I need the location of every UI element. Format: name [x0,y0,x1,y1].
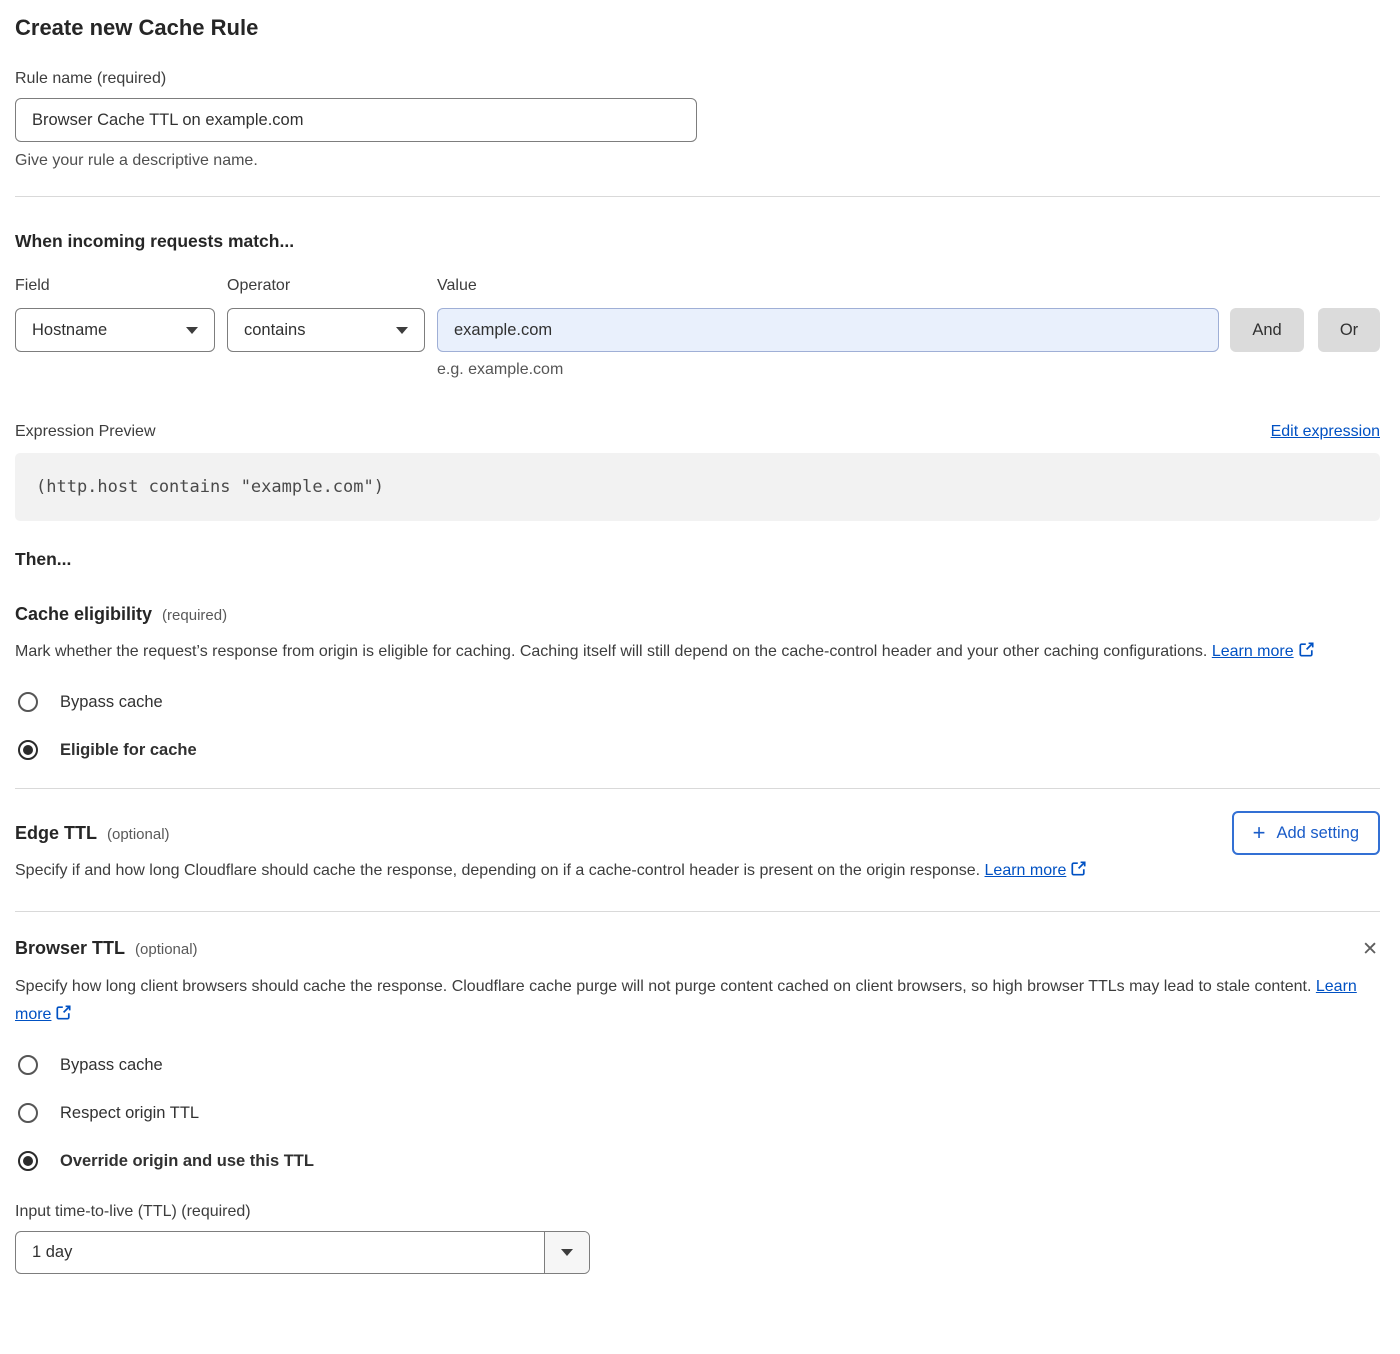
expression-preview-label: Expression Preview [15,423,156,441]
operator-select-value: contains [244,321,305,340]
ttl-input-label: Input time-to-live (TTL) (required) [15,1203,1380,1221]
create-cache-rule-form: Create new Cache Rule Rule name (require… [0,0,1400,1304]
chevron-down-icon [561,1249,573,1256]
operator-label: Operator [227,277,437,295]
match-column-labels: Field Operator Value [15,277,1380,295]
chevron-down-icon [396,327,408,334]
edit-expression-link[interactable]: Edit expression [1271,423,1380,441]
add-setting-button[interactable]: + Add setting [1232,811,1380,855]
field-select-value: Hostname [32,321,107,340]
radio-label: Bypass cache [60,1056,163,1075]
section-divider [15,911,1380,912]
edge-ttl-header: Edge TTL (optional) [15,823,1232,844]
or-button[interactable]: Or [1318,308,1380,352]
edge-ttl-qualifier: (optional) [107,826,170,843]
browser-ttl-qualifier: (optional) [135,941,198,958]
then-heading: Then... [15,549,1380,570]
chevron-down-icon [186,327,198,334]
edge-ttl-description-text: Specify if and how long Cloudflare shoul… [15,862,980,879]
radio-icon [18,1055,38,1075]
radio-label: Eligible for cache [60,741,197,760]
radio-option-bypass-cache[interactable]: Bypass cache [15,1055,1380,1075]
rule-name-input[interactable] [15,98,697,142]
and-button[interactable]: And [1230,308,1304,352]
add-setting-label: Add setting [1276,824,1359,843]
radio-label: Bypass cache [60,693,163,712]
radio-icon [18,692,38,712]
external-link-icon [55,1004,72,1021]
edge-ttl-title: Edge TTL [15,823,97,844]
match-condition-row: Hostname contains And Or [15,308,1380,352]
rule-name-label: Rule name (required) [15,70,1380,88]
edge-ttl-description: Specify if and how long Cloudflare shoul… [15,857,1115,885]
radio-icon [18,1103,38,1123]
expression-preview-box: (http.host contains "example.com") [15,453,1380,521]
expression-preview-header: Expression Preview Edit expression [15,423,1380,441]
external-link-icon [1298,641,1315,658]
ttl-select[interactable]: 1 day [15,1231,590,1274]
browser-ttl-header: Browser TTL (optional) [15,938,198,959]
cache-eligibility-header: Cache eligibility (required) [15,604,1380,625]
radio-checked-icon [18,740,38,760]
learn-more-link[interactable]: Learn more [1212,643,1294,660]
page-title: Create new Cache Rule [15,14,1380,42]
plus-icon: + [1253,822,1266,844]
value-label: Value [437,277,477,295]
section-divider [15,196,1380,197]
field-select[interactable]: Hostname [15,308,215,352]
radio-label: Override origin and use this TTL [60,1152,314,1171]
expression-code: (http.host contains "example.com") [36,477,384,497]
learn-more-link[interactable]: Learn more [985,862,1067,879]
browser-ttl-options: Bypass cache Respect origin TTL Override… [15,1055,1380,1171]
cache-eligibility-description: Mark whether the request’s response from… [15,638,1360,666]
radio-option-eligible-for-cache[interactable]: Eligible for cache [15,740,1380,760]
cache-eligibility-title: Cache eligibility [15,604,152,625]
match-heading: When incoming requests match... [15,229,1380,253]
field-label: Field [15,277,227,295]
external-link-icon [1070,860,1087,877]
browser-ttl-title: Browser TTL [15,938,125,959]
ttl-select-value: 1 day [16,1232,544,1273]
radio-label: Respect origin TTL [60,1104,199,1123]
radio-option-bypass-cache[interactable]: Bypass cache [15,692,1380,712]
radio-option-override-origin-ttl[interactable]: Override origin and use this TTL [15,1151,1380,1171]
operator-select[interactable]: contains [227,308,425,352]
cache-eligibility-qualifier: (required) [162,607,227,624]
ttl-select-dropdown-button[interactable] [544,1232,589,1273]
radio-option-respect-origin-ttl[interactable]: Respect origin TTL [15,1103,1380,1123]
browser-ttl-description: Specify how long client browsers should … [15,973,1360,1029]
cache-eligibility-description-text: Mark whether the request’s response from… [15,643,1207,660]
radio-checked-icon [18,1151,38,1171]
value-input[interactable] [437,308,1219,352]
rule-name-help: Give your rule a descriptive name. [15,152,1380,170]
close-icon[interactable]: ✕ [1362,940,1378,960]
cache-eligibility-options: Bypass cache Eligible for cache [15,692,1380,760]
edge-ttl-section: Edge TTL (optional) Specify if and how l… [15,789,1380,885]
browser-ttl-section-header: Browser TTL (optional) ✕ [15,938,1380,960]
value-help: e.g. example.com [437,361,1380,379]
browser-ttl-description-text: Specify how long client browsers should … [15,978,1311,995]
